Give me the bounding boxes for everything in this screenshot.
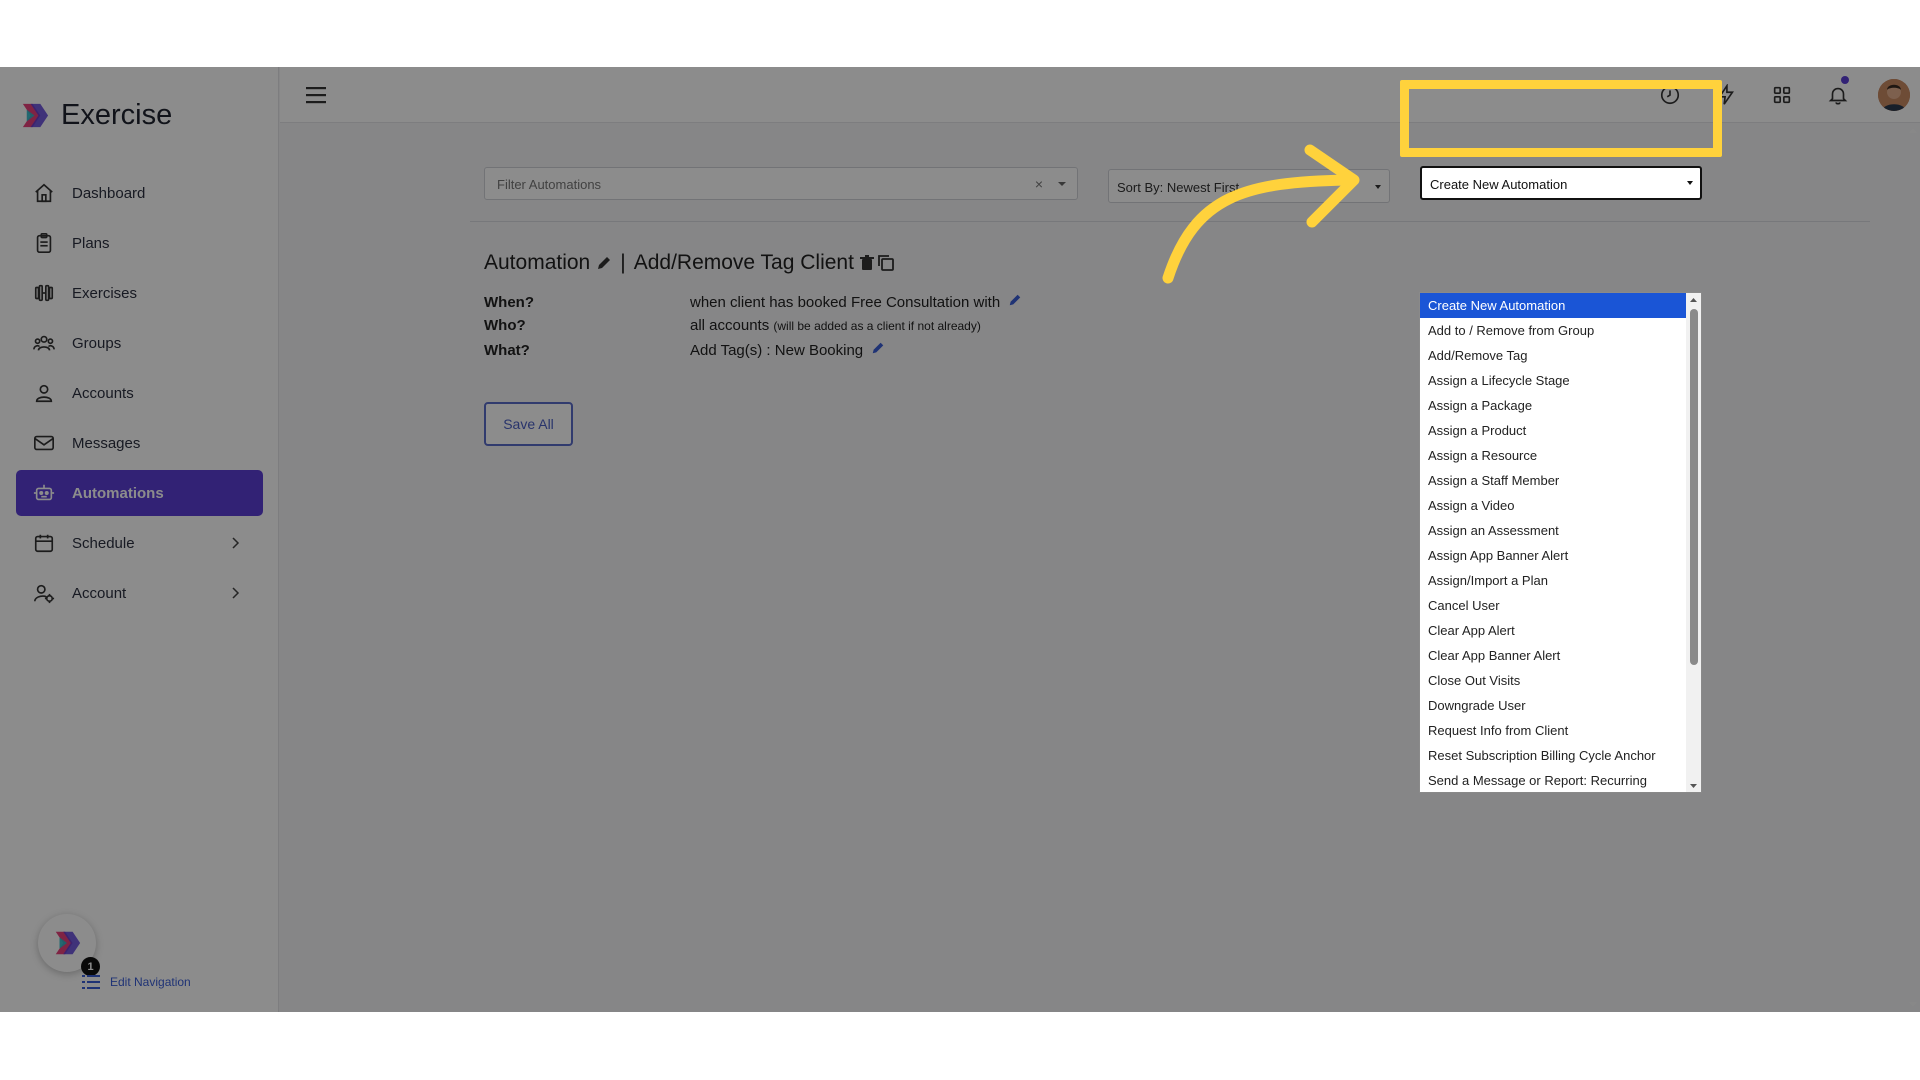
- dropdown-option[interactable]: Assign a Lifecycle Stage: [1420, 368, 1686, 393]
- dropdown-option[interactable]: Assign an Assessment: [1420, 518, 1686, 543]
- sidebar-item-label: Messages: [72, 434, 141, 452]
- user-avatar-icon: [1878, 79, 1910, 111]
- dropdown-option[interactable]: Assign a Package: [1420, 393, 1686, 418]
- dropdown-option[interactable]: Assign a Video: [1420, 493, 1686, 518]
- sidebar-item-accounts[interactable]: Accounts: [16, 370, 263, 416]
- dropdown-option[interactable]: Assign a Resource: [1420, 443, 1686, 468]
- scroll-down-icon[interactable]: [1906, 998, 1920, 1010]
- scroll-up-icon[interactable]: [1906, 125, 1920, 137]
- list-icon: [82, 975, 100, 989]
- scroll-down-icon[interactable]: [1686, 780, 1701, 792]
- envelope-icon: [32, 431, 56, 455]
- edit-navigation-area: 1 Edit Navigation: [38, 914, 191, 989]
- clipboard-icon: [32, 231, 56, 255]
- app-launcher-button[interactable]: 1: [38, 914, 100, 976]
- dropdown-option[interactable]: Assign a Product: [1420, 418, 1686, 443]
- sidebar-item-automations[interactable]: Automations: [16, 470, 263, 516]
- tutorial-highlight-box: [1400, 80, 1722, 157]
- sidebar-item-messages[interactable]: Messages: [16, 420, 263, 466]
- chevron-down-icon: [1687, 181, 1693, 185]
- sidebar-nav: Dashboard Plans Exercises Groups Account…: [16, 170, 263, 620]
- page-scrollbar[interactable]: [1906, 123, 1920, 1012]
- notifications-button[interactable]: [1810, 67, 1866, 123]
- sidebar-item-label: Accounts: [72, 384, 134, 402]
- edit-navigation-link[interactable]: Edit Navigation: [82, 974, 191, 990]
- dropdown-option[interactable]: Close Out Visits: [1420, 668, 1686, 693]
- sidebar-item-label: Exercises: [72, 284, 138, 302]
- sidebar-item-label: Account: [72, 584, 127, 602]
- sidebar-item-dashboard[interactable]: Dashboard: [16, 170, 263, 216]
- notification-dot: [1841, 76, 1849, 84]
- calendar-icon: [32, 531, 56, 555]
- dropdown-option[interactable]: Send a Message or Report: Recurring: [1420, 768, 1686, 792]
- bell-icon: [1828, 87, 1848, 105]
- edit-navigation-label: Edit Navigation: [110, 975, 191, 989]
- sidebar: Exercise Dashboard Plans Exercises Group…: [0, 67, 279, 1012]
- user-icon: [32, 381, 56, 405]
- tutorial-arrow-icon: [1162, 144, 1360, 284]
- dropdown-option[interactable]: Add/Remove Tag: [1420, 343, 1686, 368]
- chevron-right-icon: [232, 537, 240, 549]
- sidebar-item-account[interactable]: Account: [16, 570, 263, 616]
- create-new-automation-select[interactable]: Create New Automation: [1420, 166, 1702, 200]
- automation-type-dropdown: Create New Automation Add to / Remove fro…: [1419, 292, 1702, 793]
- dropdown-option[interactable]: Assign a Staff Member: [1420, 468, 1686, 493]
- scroll-thumb[interactable]: [1690, 309, 1698, 665]
- dropdown-options: Create New Automation Add to / Remove fro…: [1420, 293, 1701, 792]
- dropdown-option[interactable]: Downgrade User: [1420, 693, 1686, 718]
- create-select-label: Create New Automation: [1430, 177, 1568, 192]
- grid-icon: [1773, 86, 1791, 104]
- dropdown-scrollbar[interactable]: [1686, 293, 1701, 792]
- brand[interactable]: Exercise: [19, 99, 172, 132]
- dropdown-option[interactable]: Create New Automation: [1420, 293, 1686, 318]
- dropdown-option[interactable]: Assign App Banner Alert: [1420, 543, 1686, 568]
- sidebar-item-groups[interactable]: Groups: [16, 320, 263, 366]
- sidebar-item-label: Groups: [72, 334, 122, 352]
- scroll-up-icon[interactable]: [1686, 294, 1701, 306]
- users-icon: [32, 331, 56, 355]
- dropdown-option[interactable]: Clear App Alert: [1420, 618, 1686, 643]
- sidebar-item-label: Schedule: [72, 534, 135, 552]
- sidebar-item-exercises[interactable]: Exercises: [16, 270, 263, 316]
- brand-logo-icon: [22, 103, 49, 128]
- dropdown-option[interactable]: Request Info from Client: [1420, 718, 1686, 743]
- elevated-layer: Create New Automation Create New Automat…: [280, 123, 1920, 1012]
- dumbbell-icon: [32, 281, 56, 305]
- sidebar-item-schedule[interactable]: Schedule: [16, 520, 263, 566]
- dropdown-option[interactable]: Assign/Import a Plan: [1420, 568, 1686, 593]
- sidebar-item-label: Dashboard: [72, 184, 146, 202]
- app-window: Exercise Dashboard Plans Exercises Group…: [0, 67, 1920, 1012]
- home-icon: [32, 181, 56, 205]
- sidebar-item-plans[interactable]: Plans: [16, 220, 263, 266]
- dropdown-option[interactable]: Clear App Banner Alert: [1420, 643, 1686, 668]
- robot-icon: [32, 481, 56, 505]
- apps-grid-button[interactable]: [1754, 67, 1810, 123]
- brand-name: Exercise: [61, 99, 173, 131]
- sidebar-item-label: Plans: [72, 234, 110, 252]
- chevron-right-icon: [232, 587, 240, 599]
- dropdown-option[interactable]: Add to / Remove from Group: [1420, 318, 1686, 343]
- dropdown-option[interactable]: Reset Subscription Billing Cycle Anchor: [1420, 743, 1686, 768]
- dropdown-option[interactable]: Cancel User: [1420, 593, 1686, 618]
- sidebar-item-label: Automations: [72, 484, 164, 502]
- user-gear-icon: [32, 581, 56, 605]
- brand-logo-icon: [55, 931, 81, 955]
- avatar[interactable]: [1878, 79, 1910, 111]
- hamburger-menu-icon[interactable]: [306, 85, 328, 105]
